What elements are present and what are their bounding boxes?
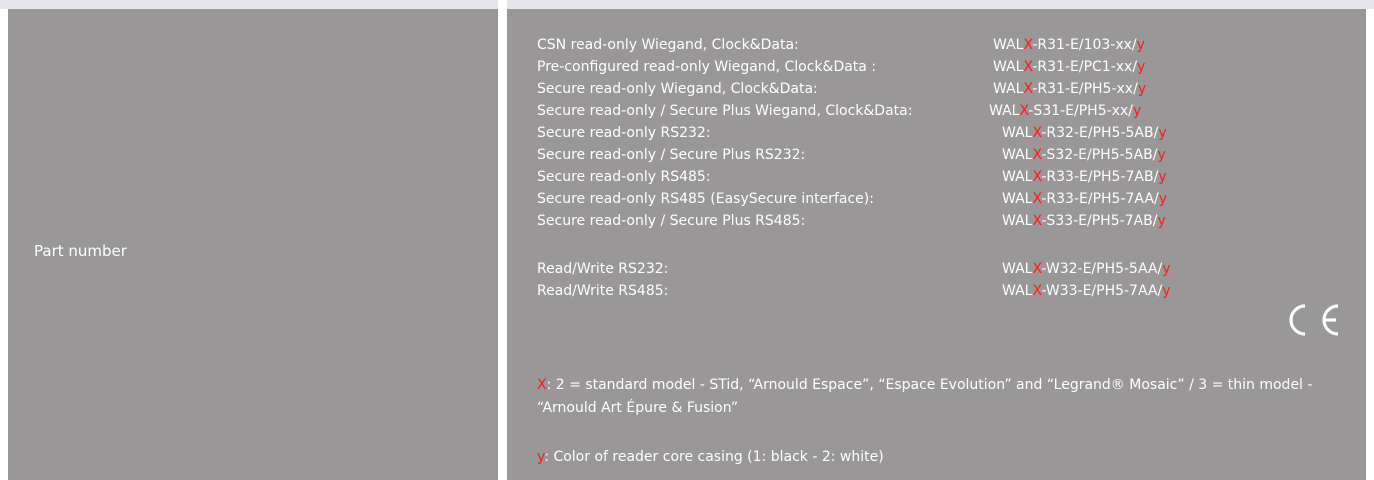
part-code: WALX-R32-E/PH5-5AB/y xyxy=(1002,123,1167,143)
part-code-body: -R31-E/103-xx/ xyxy=(1032,37,1137,53)
part-code-prefix: WAL xyxy=(1002,169,1033,185)
label-cell: Part number xyxy=(8,9,498,480)
part-code-prefix: WAL xyxy=(1002,191,1033,207)
ce-mark-icon xyxy=(1289,304,1339,336)
part-code-body: -S31-E/PH5-xx/ xyxy=(1028,103,1133,119)
part-code-body: -W32-E/PH5-5AA/ xyxy=(1041,261,1163,277)
part-code-y: y xyxy=(1136,37,1145,53)
part-description: Secure read-only RS232: xyxy=(537,125,711,141)
part-code-body: -S32-E/PH5-5AB/ xyxy=(1041,147,1158,163)
part-code-y: y xyxy=(1162,261,1171,277)
part-code-y: y xyxy=(1158,191,1167,207)
part-code: WALX-S32-E/PH5-5AB/y xyxy=(1002,145,1166,165)
part-description: Secure read-only / Secure Plus Wiegand, … xyxy=(537,103,913,119)
part-code-body: -R31-E/PC1-xx/ xyxy=(1032,59,1138,75)
part-code-body: -W33-E/PH5-7AA/ xyxy=(1041,283,1163,299)
part-description: Read/Write RS485: xyxy=(537,283,669,299)
part-code: WALX-R33-E/PH5-7AA/y xyxy=(1002,189,1167,209)
part-code-prefix: WAL xyxy=(1002,213,1033,229)
part-code-y: y xyxy=(1157,213,1166,229)
part-code-prefix: WAL xyxy=(993,59,1024,75)
part-code: WALX-R31-E/PC1-xx/y xyxy=(993,57,1145,77)
part-code: WALX-S31-E/PH5-xx/y xyxy=(989,101,1141,121)
part-number-label: Part number xyxy=(34,242,127,260)
part-code-prefix: WAL xyxy=(993,37,1024,53)
part-description: Secure read-only RS485 (EasySecure inter… xyxy=(537,191,874,207)
note-x: X: 2 = standard model - STid, “Arnould E… xyxy=(537,374,1357,420)
part-code: WALX-R33-E/PH5-7AB/y xyxy=(1002,167,1167,187)
part-code-body: -R33-E/PH5-7AA/ xyxy=(1041,191,1159,207)
part-code-y: y xyxy=(1132,103,1142,119)
part-code-prefix: WAL xyxy=(1002,147,1033,163)
part-description: Pre-configured read-only Wiegand, Clock&… xyxy=(537,59,877,75)
part-description: Secure read-only / Secure Plus RS232: xyxy=(537,147,806,163)
part-description: Secure read-only RS485: xyxy=(537,169,711,185)
part-code: WALX-R31-E/103-xx/y xyxy=(993,35,1145,55)
part-code-body: -R31-E/PH5-xx/ xyxy=(1032,81,1138,97)
part-code-y: y xyxy=(1137,59,1146,75)
part-code-y: y xyxy=(1158,169,1167,185)
part-description: CSN read-only Wiegand, Clock&Data: xyxy=(537,37,799,53)
part-code: WALX-W32-E/PH5-5AA/y xyxy=(1002,259,1171,279)
note-x-key: X xyxy=(537,377,547,393)
part-description: Secure read-only / Secure Plus RS485: xyxy=(537,213,806,229)
note-x-text: : 2 = standard model - STid, “Arnould Es… xyxy=(537,377,1313,416)
part-code-y: y xyxy=(1137,81,1147,97)
part-code-body: -R33-E/PH5-7AB/ xyxy=(1041,169,1159,185)
note-y: y: Color of reader core casing (1: black… xyxy=(537,446,1357,469)
value-cell: CSN read-only Wiegand, Clock&Data: WALX-R… xyxy=(507,9,1366,480)
part-code-y: y xyxy=(1158,125,1167,141)
part-code-prefix: WAL xyxy=(993,81,1024,97)
part-code-prefix: WAL xyxy=(1002,261,1033,277)
top-strip-left xyxy=(0,0,498,9)
part-code: WALX-R31-E/PH5-xx/y xyxy=(993,79,1146,99)
part-code: WALX-S33-E/PH5-7AB/y xyxy=(1002,211,1166,231)
part-code-body: -S33-E/PH5-7AB/ xyxy=(1041,213,1158,229)
part-code-y: y xyxy=(1157,147,1166,163)
part-code-prefix: WAL xyxy=(1002,125,1033,141)
part-code-y: y xyxy=(1162,283,1171,299)
top-strip-right xyxy=(507,0,1374,9)
part-code-prefix: WAL xyxy=(989,103,1020,119)
part-code: WALX-W33-E/PH5-7AA/y xyxy=(1002,281,1171,301)
part-code-body: -R32-E/PH5-5AB/ xyxy=(1041,125,1159,141)
note-y-text: : Color of reader core casing (1: black … xyxy=(544,449,884,465)
part-description: Secure read-only Wiegand, Clock&Data: xyxy=(537,81,818,97)
part-code-prefix: WAL xyxy=(1002,283,1033,299)
part-description: Read/Write RS232: xyxy=(537,261,669,277)
